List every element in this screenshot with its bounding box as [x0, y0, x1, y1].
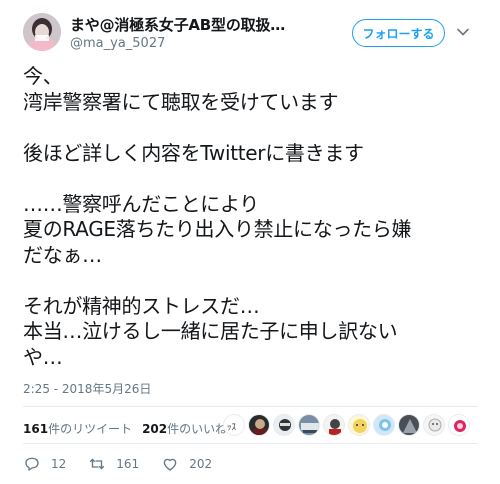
liker-avatar[interactable] [423, 414, 445, 436]
tweet-text: 今、 湾岸警察署にて聴取を受けています 後ほど詳しく内容をTwitterに書きま… [23, 64, 493, 370]
like-count: 202 [189, 457, 213, 471]
tweet-line [23, 268, 493, 294]
chevron-down-icon[interactable] [455, 24, 471, 40]
tweet-line: や… [23, 344, 63, 369]
tweet-line [23, 166, 493, 192]
reply-icon [25, 457, 39, 471]
retweet-count: 161 [116, 457, 140, 471]
retweet-icon [90, 458, 105, 470]
svg-text:ｯｽ: ｯｽ [227, 423, 237, 433]
likes-label: 件のいいね [167, 421, 228, 436]
tweet-line: 今、 [23, 64, 63, 88]
tweet-timestamp[interactable]: 2:25 - 2018年5月26日 [23, 380, 151, 397]
like-button[interactable]: 202 [161, 455, 212, 473]
liker-avatar[interactable]: ｯｽ [223, 414, 245, 436]
display-name[interactable]: まや@消極系女子AB型の取扱… [70, 14, 318, 35]
liker-avatar[interactable] [398, 414, 420, 436]
reply-count: 12 [51, 457, 67, 471]
tweet-line [23, 115, 493, 141]
liker-avatar[interactable] [298, 414, 320, 436]
user-handle[interactable]: @ma_ya_5027 [70, 36, 165, 51]
retweets-label: 件のリツイート [48, 421, 133, 436]
likes-count: 202 [142, 421, 168, 436]
tweet-line: それが精神的ストレスだ… [23, 293, 260, 318]
divider [23, 443, 478, 444]
liker-avatar[interactable] [248, 414, 270, 436]
reply-button[interactable]: 12 [23, 455, 66, 473]
liker-avatar[interactable] [348, 414, 370, 436]
retweets-stat[interactable]: 161件のリツイート [23, 420, 132, 437]
tweet-line: 本当…泣けるし一緒に居た子に申し訳ない [23, 319, 398, 343]
liker-avatar[interactable] [448, 414, 470, 436]
divider [23, 406, 478, 407]
liker-avatars: ｯｽ [223, 414, 473, 438]
avatar[interactable] [23, 13, 61, 51]
tweet-line: 湾岸警察署にて聴取を受けています [23, 89, 339, 114]
likes-stat[interactable]: 202件のいいね [142, 420, 227, 437]
tweet-line: 後ほど詳しく内容をTwitterに書きます [23, 140, 364, 165]
tweet-actions: 12 161 202 [23, 454, 234, 474]
tweet-line: だなぁ… [23, 242, 102, 267]
tweet-line: 夏のRAGE落ちたり出入り禁止になったら嫌 [23, 217, 412, 241]
follow-button[interactable]: フォローする [352, 19, 445, 47]
heart-icon [163, 458, 177, 471]
liker-avatar[interactable] [273, 414, 295, 436]
tweet-card: まや@消極系女子AB型の取扱… @ma_ya_5027 フォローする 今、 湾岸… [0, 0, 500, 484]
liker-avatar[interactable] [373, 414, 395, 436]
retweets-count: 161 [23, 421, 49, 436]
tweet-line: ……警察呼んだことにより [23, 191, 259, 216]
liker-avatar[interactable] [323, 414, 345, 436]
retweet-button[interactable]: 161 [88, 455, 139, 473]
engagement-stats: 161件のリツイート 202件のいいね [23, 419, 237, 437]
